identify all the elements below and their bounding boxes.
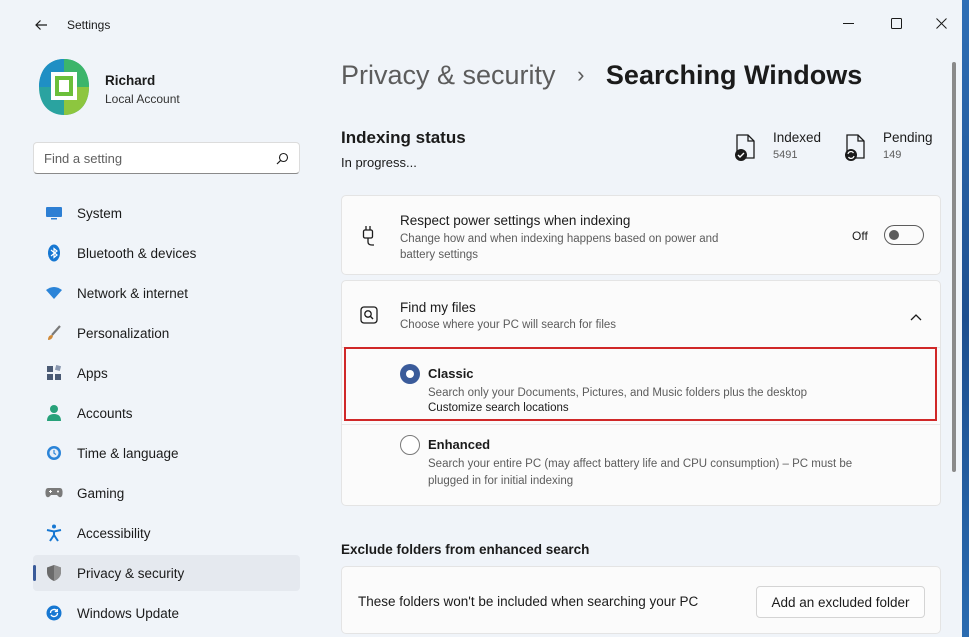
breadcrumb-separator: › <box>577 62 585 87</box>
find-my-files-title: Find my files <box>400 300 476 315</box>
add-excluded-folder-button[interactable]: Add an excluded folder <box>756 586 925 618</box>
avatar-logo-icon <box>39 59 89 115</box>
account-type: Local Account <box>105 92 180 106</box>
pending-stat: Pending 149 <box>843 130 933 162</box>
monitor-icon <box>45 204 63 222</box>
page-title: Searching Windows <box>605 60 863 90</box>
sidebar-item-label: Apps <box>77 365 108 381</box>
sidebar-item-label: Accounts <box>77 405 133 421</box>
minimize-button[interactable] <box>825 8 871 38</box>
sidebar-item-label: System <box>77 205 123 221</box>
power-settings-desc-1: Change how and when indexing happens bas… <box>400 233 719 245</box>
sidebar-item-time-language[interactable]: Time & language <box>33 435 300 471</box>
sidebar-item-label: Gaming <box>77 485 125 501</box>
chevron-up-icon <box>910 314 922 321</box>
power-settings-desc-2: battery settings <box>400 249 478 261</box>
gamepad-icon <box>45 484 63 502</box>
sidebar-item-accounts[interactable]: Accounts <box>33 395 300 431</box>
enhanced-desc-1: Search your entire PC (may affect batter… <box>428 458 853 470</box>
power-plug-icon <box>358 225 380 247</box>
avatar[interactable] <box>37 58 91 116</box>
sidebar-item-system[interactable]: System <box>33 195 300 231</box>
indexed-label: Indexed <box>773 130 822 145</box>
settings-window: Settings Richard Local Account Find a se… <box>0 0 962 637</box>
sidebar-item-label: Bluetooth & devices <box>77 245 197 261</box>
desktop-background-edge <box>962 0 969 637</box>
indexed-file-check-icon <box>735 134 755 161</box>
sidebar-item-label: Personalization <box>77 325 170 341</box>
indexed-stat: Indexed 5491 <box>733 130 821 162</box>
maximize-button[interactable] <box>873 8 919 38</box>
power-settings-card: Respect power settings when indexing Cha… <box>341 195 941 275</box>
app-title: Settings <box>67 18 111 32</box>
exclude-folders-heading: Exclude folders from enhanced search <box>341 542 590 557</box>
pending-value: 149 <box>883 149 902 161</box>
wifi-icon <box>45 284 63 302</box>
person-icon <box>45 404 63 422</box>
clock-globe-icon <box>45 444 63 462</box>
power-settings-title: Respect power settings when indexing <box>400 213 631 228</box>
toggle-knob <box>889 230 899 240</box>
sidebar-item-label: Windows Update <box>77 605 180 621</box>
bluetooth-icon <box>45 244 63 262</box>
shield-icon <box>45 564 63 582</box>
title-bar: Settings <box>0 0 962 48</box>
highlight-box <box>344 347 937 421</box>
exclude-folders-card: These folders won't be included when sea… <box>341 566 941 634</box>
apps-icon <box>45 364 63 382</box>
sidebar-item-windows-update[interactable]: Windows Update <box>33 595 300 631</box>
sidebar-item-label: Privacy & security <box>77 565 185 581</box>
sidebar-item-label: Accessibility <box>77 525 151 541</box>
enhanced-title: Enhanced <box>428 437 491 452</box>
sidebar-item-network[interactable]: Network & internet <box>33 275 300 311</box>
maximize-icon <box>890 17 902 29</box>
pending-label: Pending <box>883 130 933 145</box>
sidebar-item-apps[interactable]: Apps <box>33 355 300 391</box>
close-icon <box>935 17 947 29</box>
scrollbar[interactable] <box>952 62 956 472</box>
arrow-left-icon <box>35 20 47 30</box>
user-name: Richard <box>105 73 156 88</box>
sidebar-item-bluetooth[interactable]: Bluetooth & devices <box>33 235 300 271</box>
search-input[interactable] <box>44 150 276 166</box>
search-box[interactable] <box>33 142 300 174</box>
back-button[interactable] <box>28 12 54 38</box>
breadcrumb: Privacy & security › Searching Windows <box>341 60 862 91</box>
sidebar-item-label: Time & language <box>77 445 179 461</box>
power-settings-toggle[interactable] <box>884 225 924 245</box>
indexing-status-title: Indexing status <box>341 128 466 147</box>
close-button[interactable] <box>918 8 964 38</box>
search-icon <box>276 152 289 164</box>
toggle-state-label: Off <box>852 229 868 243</box>
search-files-icon <box>358 304 380 326</box>
enhanced-option: Enhanced Search your entire PC (may affe… <box>400 435 930 491</box>
sidebar-nav: System Bluetooth & devices Network & int… <box>33 195 300 635</box>
sidebar-item-label: Network & internet <box>77 285 189 301</box>
indexed-value: 5491 <box>773 149 798 161</box>
collapse-button[interactable] <box>906 307 926 327</box>
enhanced-desc-2: plugged in for initial indexing <box>428 475 574 487</box>
pending-file-sync-icon <box>845 134 865 161</box>
sidebar-item-accessibility[interactable]: Accessibility <box>33 515 300 551</box>
breadcrumb-parent[interactable]: Privacy & security <box>341 60 556 90</box>
enhanced-radio[interactable] <box>400 435 420 455</box>
minimize-icon <box>842 22 854 24</box>
brush-icon <box>45 324 63 342</box>
sidebar-item-personalization[interactable]: Personalization <box>33 315 300 351</box>
find-my-files-desc: Choose where your PC will search for fil… <box>400 319 617 331</box>
exclude-folders-text: These folders won't be included when sea… <box>358 594 699 609</box>
divider <box>342 424 940 425</box>
indexing-status-value: In progress... <box>341 155 417 170</box>
accessibility-icon <box>45 524 63 542</box>
sidebar-item-gaming[interactable]: Gaming <box>33 475 300 511</box>
update-icon <box>45 604 63 622</box>
sidebar-item-privacy-security[interactable]: Privacy & security <box>33 555 300 591</box>
